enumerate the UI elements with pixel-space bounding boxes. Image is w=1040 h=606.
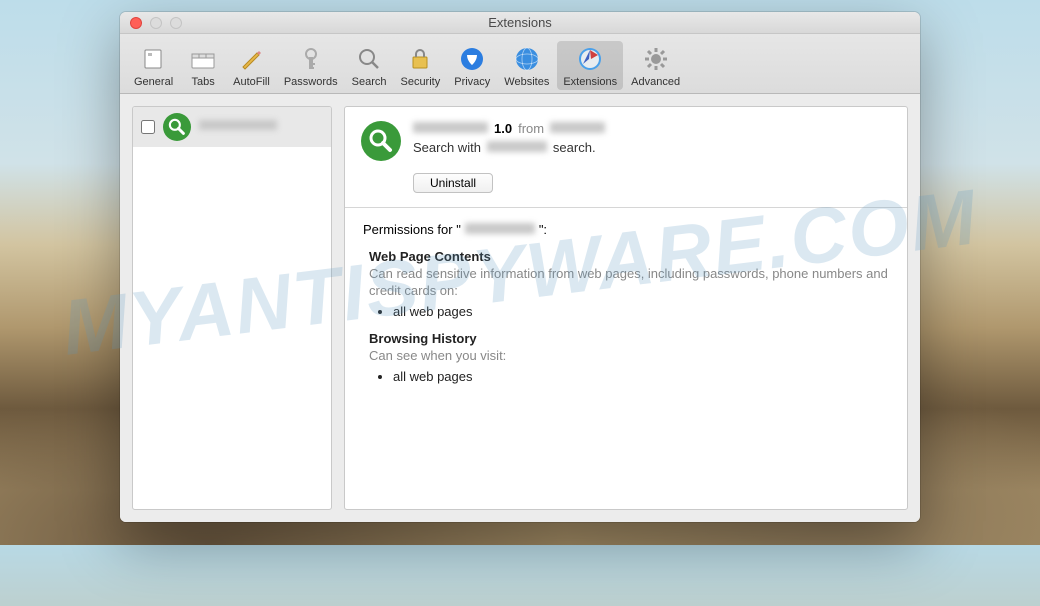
- preferences-window: Extensions General Tabs AutoFill Passwor…: [120, 12, 920, 522]
- uninstall-button[interactable]: Uninstall: [413, 173, 493, 193]
- tab-label: Extensions: [563, 76, 617, 88]
- tab-label: Privacy: [454, 76, 490, 88]
- content-area: 1.0 from Search with search. Uninstall: [120, 94, 920, 522]
- permissions-title: Permissions for " ":: [363, 222, 889, 237]
- desc-suffix: search.: [553, 140, 596, 155]
- tab-general[interactable]: General: [128, 41, 179, 90]
- extension-icon: [361, 121, 401, 161]
- permission-item: all web pages: [393, 369, 889, 384]
- extension-title-line: 1.0 from: [413, 121, 891, 136]
- titlebar[interactable]: Extensions: [120, 12, 920, 34]
- autofill-icon: [236, 44, 266, 74]
- tabs-icon: [188, 44, 218, 74]
- tab-autofill[interactable]: AutoFill: [227, 41, 276, 90]
- permission-list: all web pages: [369, 304, 889, 319]
- passwords-icon: [296, 44, 326, 74]
- extension-enable-checkbox[interactable]: [141, 120, 155, 134]
- permission-description: Can read sensitive information from web …: [369, 266, 889, 300]
- permission-item: all web pages: [393, 304, 889, 319]
- websites-icon: [512, 44, 542, 74]
- extension-author-redacted: [550, 121, 605, 136]
- window-title: Extensions: [120, 15, 920, 30]
- search-icon: [354, 44, 384, 74]
- extension-list-item[interactable]: [133, 107, 331, 147]
- tab-tabs[interactable]: Tabs: [181, 41, 225, 90]
- permission-block: Browsing History Can see when you visit:…: [363, 331, 889, 384]
- tab-label: AutoFill: [233, 76, 270, 88]
- perms-title-prefix: Permissions for ": [363, 222, 461, 237]
- extension-version: 1.0: [494, 121, 512, 136]
- permission-description: Can see when you visit:: [369, 348, 889, 365]
- advanced-icon: [641, 44, 671, 74]
- preferences-toolbar: General Tabs AutoFill Passwords Search: [120, 34, 920, 94]
- tab-search[interactable]: Search: [346, 41, 393, 90]
- tab-label: Tabs: [192, 76, 215, 88]
- tab-extensions[interactable]: Extensions: [557, 41, 623, 90]
- extension-detail-panel: 1.0 from Search with search. Uninstall: [344, 106, 908, 510]
- desc-prefix: Search with: [413, 140, 481, 155]
- extension-from-label: from: [518, 121, 544, 136]
- extension-name-redacted: [413, 121, 488, 136]
- extensions-sidebar: [132, 106, 332, 510]
- security-icon: [405, 44, 435, 74]
- tab-label: Websites: [504, 76, 549, 88]
- extensions-icon: [575, 44, 605, 74]
- tab-label: Security: [400, 76, 440, 88]
- tab-label: General: [134, 76, 173, 88]
- permission-block: Web Page Contents Can read sensitive inf…: [363, 249, 889, 319]
- tab-label: Search: [352, 76, 387, 88]
- privacy-icon: [457, 44, 487, 74]
- extension-name-redacted: [199, 120, 323, 134]
- permission-heading: Browsing History: [369, 331, 889, 346]
- extension-icon: [163, 113, 191, 141]
- tab-security[interactable]: Security: [394, 41, 446, 90]
- permissions-name-redacted: [465, 222, 535, 237]
- extension-desc-redacted: [487, 140, 547, 155]
- tab-passwords[interactable]: Passwords: [278, 41, 344, 90]
- tab-privacy[interactable]: Privacy: [448, 41, 496, 90]
- permission-list: all web pages: [369, 369, 889, 384]
- permission-heading: Web Page Contents: [369, 249, 889, 264]
- extension-description: Search with search.: [413, 140, 891, 155]
- perms-title-suffix: ":: [539, 222, 547, 237]
- tab-label: Advanced: [631, 76, 680, 88]
- general-icon: [139, 44, 169, 74]
- tab-advanced[interactable]: Advanced: [625, 41, 686, 90]
- tab-label: Passwords: [284, 76, 338, 88]
- tab-websites[interactable]: Websites: [498, 41, 555, 90]
